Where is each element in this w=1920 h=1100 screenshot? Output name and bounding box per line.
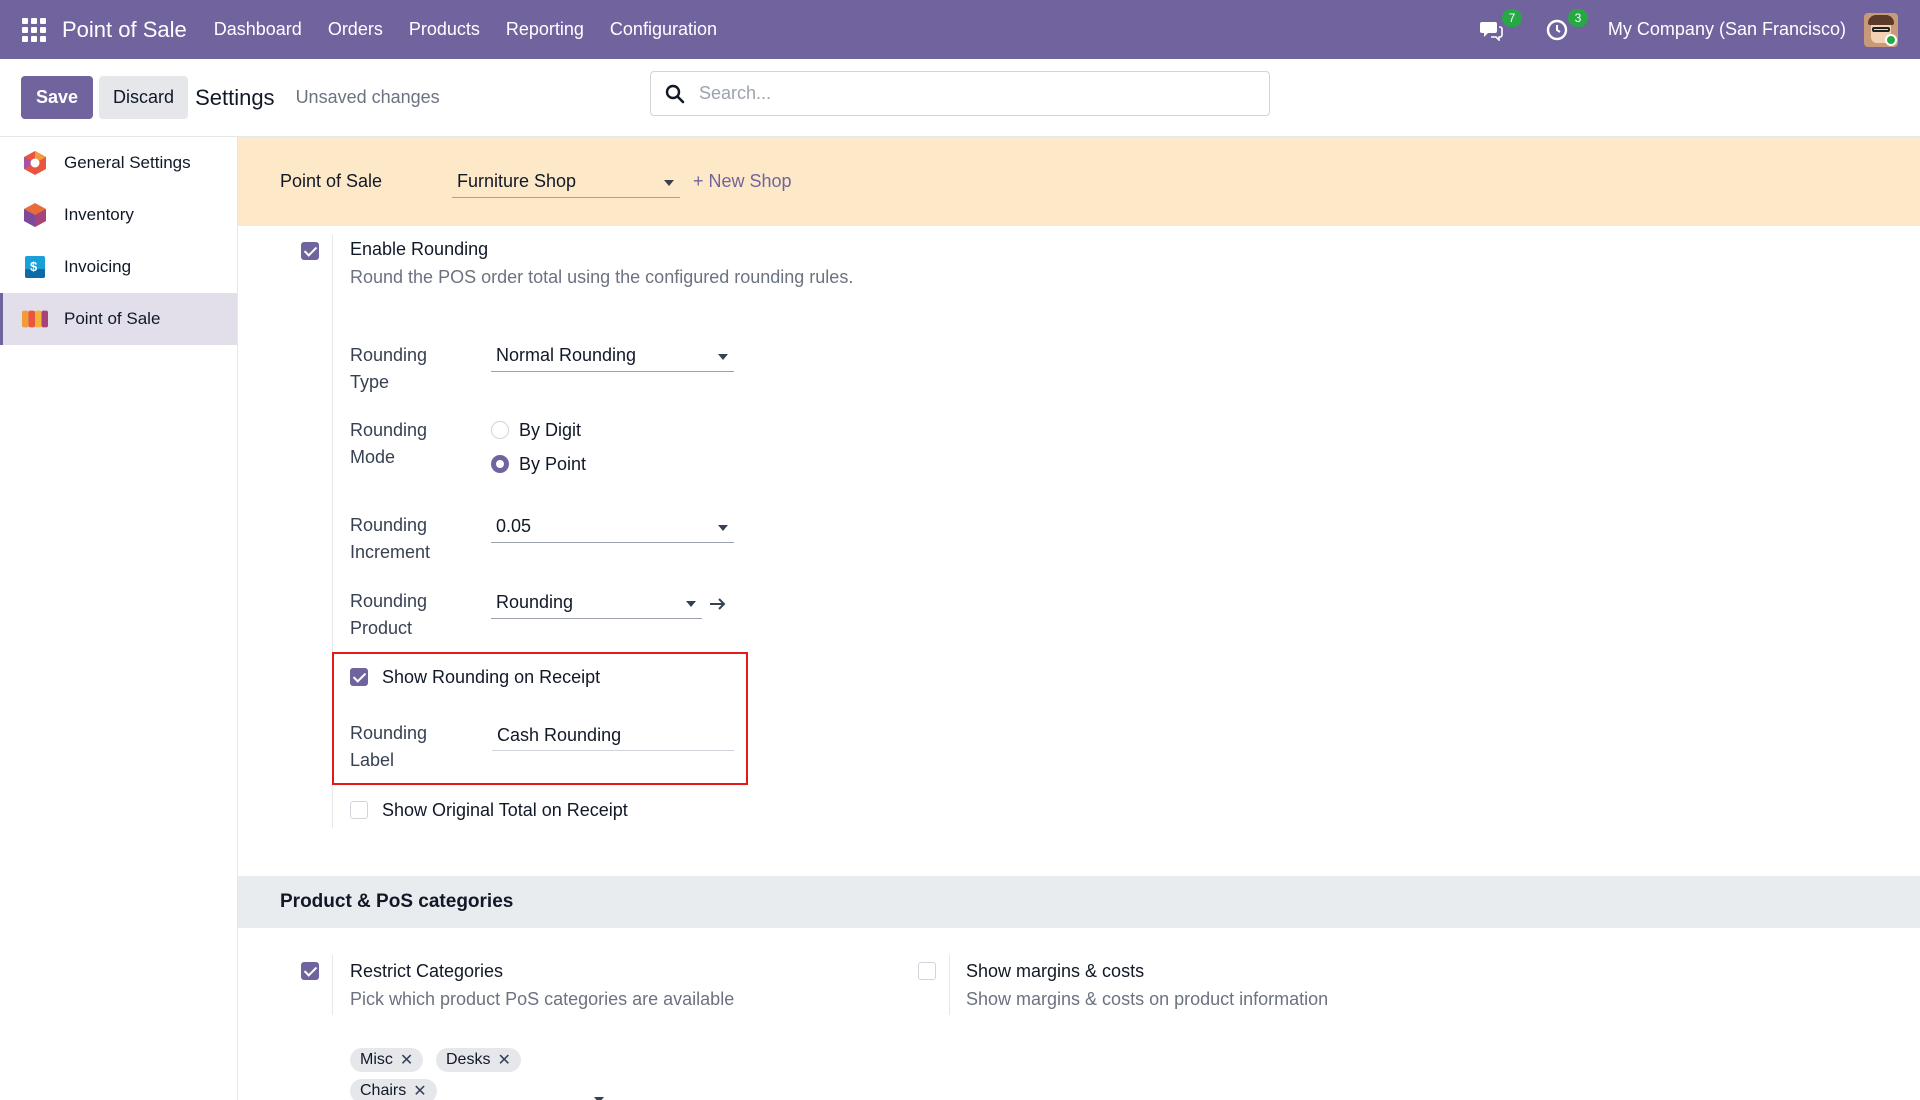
rounding-type-label: Rounding Type <box>350 345 428 392</box>
sidebar-item-label: Point of Sale <box>64 309 161 328</box>
chevron-down-icon <box>686 601 696 607</box>
restrict-categories-title: Restrict Categories <box>350 961 504 981</box>
inventory-icon <box>22 202 48 228</box>
rounding-label-input[interactable]: Cash Rounding <box>492 719 734 751</box>
chevron-down-icon <box>664 179 674 186</box>
new-shop-link[interactable]: + New Shop <box>693 171 792 192</box>
remove-tag-icon[interactable]: ✕ <box>497 1050 510 1070</box>
settings-sidebar: General Settings Inventory $ Invoicing P… <box>0 137 238 1100</box>
setting-divider <box>949 955 950 1015</box>
sidebar-item-label: Inventory <box>64 205 134 224</box>
unsaved-changes-indicator: Unsaved changes <box>295 87 440 107</box>
sidebar-item-general-settings[interactable]: General Settings <box>0 137 237 189</box>
app-brand[interactable]: Point of Sale <box>62 17 187 43</box>
nav-dashboard[interactable]: Dashboard <box>214 19 302 40</box>
show-original-total-checkbox[interactable] <box>350 801 368 819</box>
show-rounding-on-receipt-checkbox[interactable] <box>350 668 368 686</box>
odoo-settings-icon <box>22 150 48 176</box>
top-navbar: Point of Sale Dashboard Orders Products … <box>0 0 1920 59</box>
section-header-product-categories: Product & PoS categories <box>238 876 1920 928</box>
settings-content: Point of Sale Furniture Shop + New Shop … <box>238 137 1920 1100</box>
rounding-product-value: Rounding <box>496 592 574 612</box>
messages-count-badge: 7 <box>1501 8 1522 27</box>
enable-rounding-title: Enable Rounding <box>350 239 489 259</box>
messages-button[interactable]: 7 <box>1476 8 1522 45</box>
svg-text:$: $ <box>30 259 38 274</box>
restrict-categories-description: Pick which product PoS categories are av… <box>350 989 735 1009</box>
tag-label: Desks <box>446 1051 491 1068</box>
point-of-sale-icon <box>22 306 48 332</box>
online-status-icon <box>1885 33 1897 46</box>
apps-menu-icon[interactable] <box>22 17 46 42</box>
setting-divider <box>332 955 333 1015</box>
shop-selector-bar: Point of Sale Furniture Shop + New Shop <box>238 137 1920 226</box>
search-box[interactable] <box>650 71 1270 116</box>
company-switcher[interactable]: My Company (San Francisco) <box>1608 19 1846 40</box>
sidebar-item-label: General Settings <box>64 153 191 172</box>
nav-products[interactable]: Products <box>409 19 480 40</box>
show-margins-costs-description: Show margins & costs on product informat… <box>966 989 1329 1009</box>
activities-button[interactable]: 3 <box>1542 8 1588 45</box>
show-margins-costs-checkbox[interactable] <box>918 962 936 980</box>
shop-selector-label: Point of Sale <box>280 171 383 191</box>
section-title: Product & PoS categories <box>280 891 514 912</box>
nav-configuration[interactable]: Configuration <box>610 19 717 40</box>
rounding-type-value: Normal Rounding <box>496 345 637 365</box>
rounding-increment-label: Rounding Increment <box>350 515 431 562</box>
enable-rounding-checkbox[interactable] <box>301 242 319 260</box>
rounding-type-select[interactable]: Normal Rounding <box>491 340 734 372</box>
category-tag-desks: Desks ✕ <box>436 1048 521 1072</box>
search-input[interactable] <box>699 83 1239 104</box>
category-tag-misc: Misc ✕ <box>350 1048 424 1072</box>
activities-count-badge: 3 <box>1567 8 1588 27</box>
sidebar-item-inventory[interactable]: Inventory <box>0 189 237 241</box>
rounding-label-value: Cash Rounding <box>497 725 622 745</box>
remove-tag-icon[interactable]: ✕ <box>400 1050 413 1070</box>
by-point-radio[interactable] <box>491 455 509 473</box>
rounding-increment-select[interactable]: 0.05 <box>491 511 734 543</box>
chat-icon <box>1479 21 1503 41</box>
restrict-categories-checkbox[interactable] <box>301 962 319 980</box>
rounding-label-label: Rounding Label <box>350 723 428 770</box>
control-panel: Save Discard Settings Unsaved changes <box>0 59 1920 137</box>
by-digit-label[interactable]: By Digit <box>519 420 581 441</box>
sidebar-item-label: Invoicing <box>64 257 132 276</box>
show-original-total-label[interactable]: Show Original Total on Receipt <box>382 800 628 821</box>
enable-rounding-description: Round the POS order total using the conf… <box>350 267 854 287</box>
sidebar-item-invoicing[interactable]: $ Invoicing <box>0 241 237 293</box>
nav-orders[interactable]: Orders <box>328 19 383 40</box>
search-icon <box>665 84 685 103</box>
rounding-mode-label: Rounding Mode <box>350 420 428 467</box>
shop-select-value: Furniture Shop <box>457 170 577 191</box>
save-button[interactable]: Save <box>21 76 94 119</box>
rounding-product-select[interactable]: Rounding <box>491 587 702 619</box>
sidebar-item-point-of-sale[interactable]: Point of Sale <box>0 293 237 345</box>
rounding-increment-value: 0.05 <box>496 516 532 536</box>
categories-input[interactable] <box>350 1091 610 1100</box>
user-avatar[interactable] <box>1864 12 1898 47</box>
tag-label: Misc <box>360 1051 393 1068</box>
rounding-product-label: Rounding Product <box>350 591 428 638</box>
internal-link-arrow-icon[interactable] <box>709 596 727 612</box>
by-point-label[interactable]: By Point <box>519 454 586 475</box>
discard-button[interactable]: Discard <box>99 76 189 119</box>
clock-icon <box>1546 19 1568 40</box>
show-margins-costs-title: Show margins & costs <box>966 961 1145 981</box>
by-digit-radio[interactable] <box>491 421 509 439</box>
show-rounding-on-receipt-label[interactable]: Show Rounding on Receipt <box>382 667 600 688</box>
chevron-down-icon <box>718 525 728 531</box>
chevron-down-icon <box>718 354 728 360</box>
shop-select[interactable]: Furniture Shop <box>452 166 680 198</box>
nav-reporting[interactable]: Reporting <box>506 19 584 40</box>
page-title: Settings <box>195 84 275 110</box>
invoicing-icon: $ <box>22 254 48 280</box>
